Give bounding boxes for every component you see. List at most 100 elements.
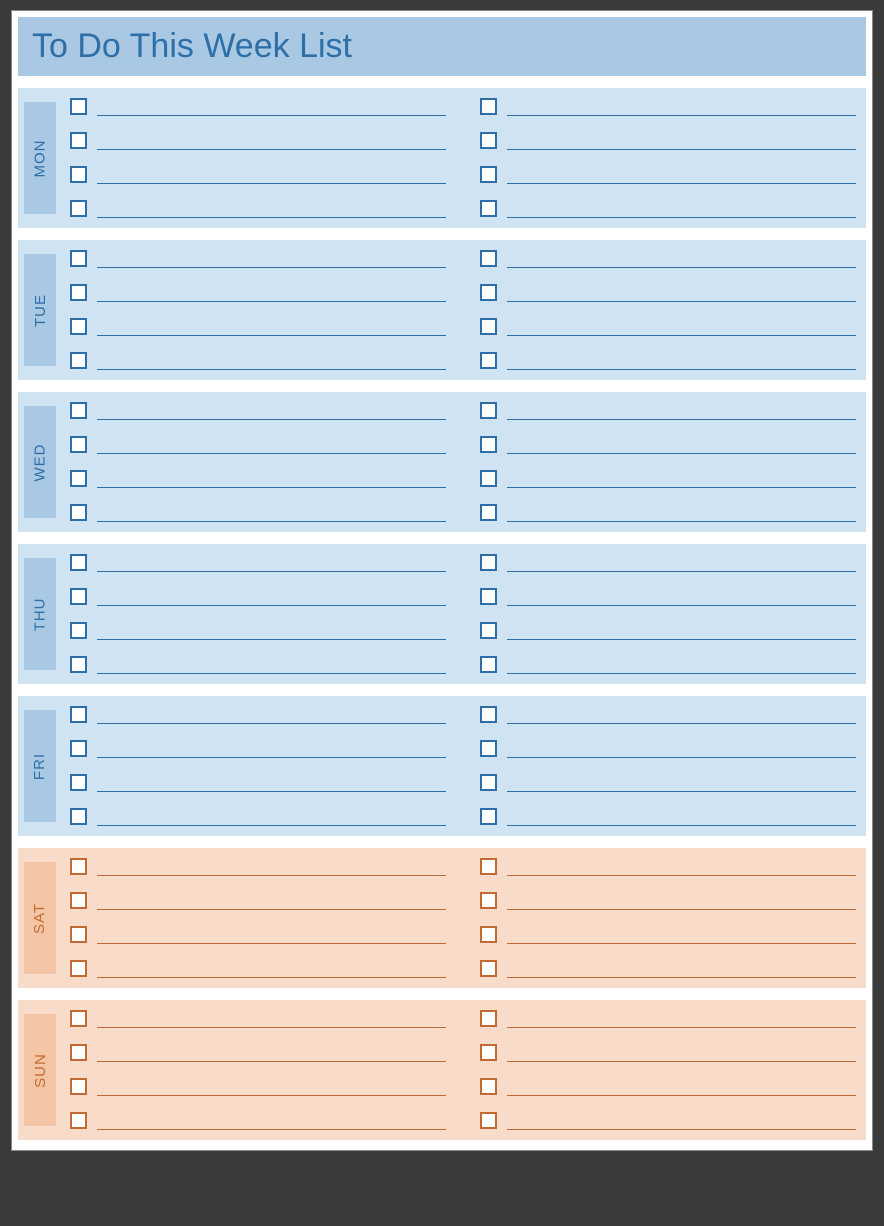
checkbox-icon[interactable] xyxy=(480,166,497,183)
task-line[interactable] xyxy=(97,1094,446,1096)
task-line[interactable] xyxy=(507,368,856,370)
task-line[interactable] xyxy=(507,452,856,454)
checkbox-icon[interactable] xyxy=(480,1112,497,1129)
task-line[interactable] xyxy=(97,570,446,572)
checkbox-icon[interactable] xyxy=(70,774,87,791)
checkbox-icon[interactable] xyxy=(70,284,87,301)
task-line[interactable] xyxy=(507,756,856,758)
task-line[interactable] xyxy=(97,216,446,218)
checkbox-icon[interactable] xyxy=(70,1010,87,1027)
task-line[interactable] xyxy=(97,418,446,420)
task-line[interactable] xyxy=(97,1128,446,1130)
checkbox-icon[interactable] xyxy=(70,436,87,453)
checkbox-icon[interactable] xyxy=(480,808,497,825)
task-line[interactable] xyxy=(507,604,856,606)
checkbox-icon[interactable] xyxy=(480,250,497,267)
checkbox-icon[interactable] xyxy=(70,892,87,909)
task-line[interactable] xyxy=(97,300,446,302)
checkbox-icon[interactable] xyxy=(70,200,87,217)
task-line[interactable] xyxy=(97,266,446,268)
task-line[interactable] xyxy=(507,874,856,876)
checkbox-icon[interactable] xyxy=(480,554,497,571)
checkbox-icon[interactable] xyxy=(70,588,87,605)
task-line[interactable] xyxy=(507,790,856,792)
checkbox-icon[interactable] xyxy=(480,706,497,723)
task-line[interactable] xyxy=(97,182,446,184)
checkbox-icon[interactable] xyxy=(70,132,87,149)
task-line[interactable] xyxy=(507,300,856,302)
checkbox-icon[interactable] xyxy=(70,166,87,183)
checkbox-icon[interactable] xyxy=(480,926,497,943)
checkbox-icon[interactable] xyxy=(70,1112,87,1129)
task-line[interactable] xyxy=(97,942,446,944)
checkbox-icon[interactable] xyxy=(480,1044,497,1061)
checkbox-icon[interactable] xyxy=(480,1078,497,1095)
task-line[interactable] xyxy=(507,486,856,488)
task-line[interactable] xyxy=(97,756,446,758)
task-line[interactable] xyxy=(97,790,446,792)
task-line[interactable] xyxy=(507,334,856,336)
checkbox-icon[interactable] xyxy=(70,1044,87,1061)
task-line[interactable] xyxy=(97,672,446,674)
checkbox-icon[interactable] xyxy=(480,740,497,757)
task-line[interactable] xyxy=(97,1060,446,1062)
checkbox-icon[interactable] xyxy=(70,740,87,757)
task-line[interactable] xyxy=(97,874,446,876)
task-line[interactable] xyxy=(507,672,856,674)
task-line[interactable] xyxy=(507,942,856,944)
checkbox-icon[interactable] xyxy=(70,926,87,943)
checkbox-icon[interactable] xyxy=(480,960,497,977)
task-line[interactable] xyxy=(507,182,856,184)
checkbox-icon[interactable] xyxy=(70,318,87,335)
task-line[interactable] xyxy=(507,722,856,724)
checkbox-icon[interactable] xyxy=(480,504,497,521)
task-line[interactable] xyxy=(97,486,446,488)
checkbox-icon[interactable] xyxy=(480,858,497,875)
checkbox-icon[interactable] xyxy=(70,402,87,419)
checkbox-icon[interactable] xyxy=(70,250,87,267)
task-line[interactable] xyxy=(97,638,446,640)
checkbox-icon[interactable] xyxy=(480,436,497,453)
checkbox-icon[interactable] xyxy=(480,622,497,639)
checkbox-icon[interactable] xyxy=(70,554,87,571)
checkbox-icon[interactable] xyxy=(480,200,497,217)
task-line[interactable] xyxy=(507,638,856,640)
checkbox-icon[interactable] xyxy=(70,1078,87,1095)
task-line[interactable] xyxy=(507,570,856,572)
task-line[interactable] xyxy=(507,216,856,218)
task-line[interactable] xyxy=(507,148,856,150)
task-line[interactable] xyxy=(97,976,446,978)
checkbox-icon[interactable] xyxy=(70,504,87,521)
checkbox-icon[interactable] xyxy=(480,588,497,605)
checkbox-icon[interactable] xyxy=(480,98,497,115)
checkbox-icon[interactable] xyxy=(70,858,87,875)
task-line[interactable] xyxy=(507,976,856,978)
task-line[interactable] xyxy=(97,334,446,336)
checkbox-icon[interactable] xyxy=(480,352,497,369)
checkbox-icon[interactable] xyxy=(480,402,497,419)
task-line[interactable] xyxy=(97,368,446,370)
checkbox-icon[interactable] xyxy=(70,470,87,487)
checkbox-icon[interactable] xyxy=(70,706,87,723)
task-line[interactable] xyxy=(97,908,446,910)
checkbox-icon[interactable] xyxy=(480,318,497,335)
task-line[interactable] xyxy=(507,824,856,826)
task-line[interactable] xyxy=(97,1026,446,1028)
task-line[interactable] xyxy=(507,520,856,522)
checkbox-icon[interactable] xyxy=(70,98,87,115)
task-line[interactable] xyxy=(507,418,856,420)
checkbox-icon[interactable] xyxy=(70,352,87,369)
task-line[interactable] xyxy=(97,452,446,454)
task-line[interactable] xyxy=(97,114,446,116)
task-line[interactable] xyxy=(97,148,446,150)
task-line[interactable] xyxy=(507,266,856,268)
checkbox-icon[interactable] xyxy=(480,892,497,909)
checkbox-icon[interactable] xyxy=(480,132,497,149)
task-line[interactable] xyxy=(507,1128,856,1130)
task-line[interactable] xyxy=(97,520,446,522)
task-line[interactable] xyxy=(507,1026,856,1028)
task-line[interactable] xyxy=(507,1060,856,1062)
task-line[interactable] xyxy=(97,604,446,606)
checkbox-icon[interactable] xyxy=(480,656,497,673)
task-line[interactable] xyxy=(507,908,856,910)
